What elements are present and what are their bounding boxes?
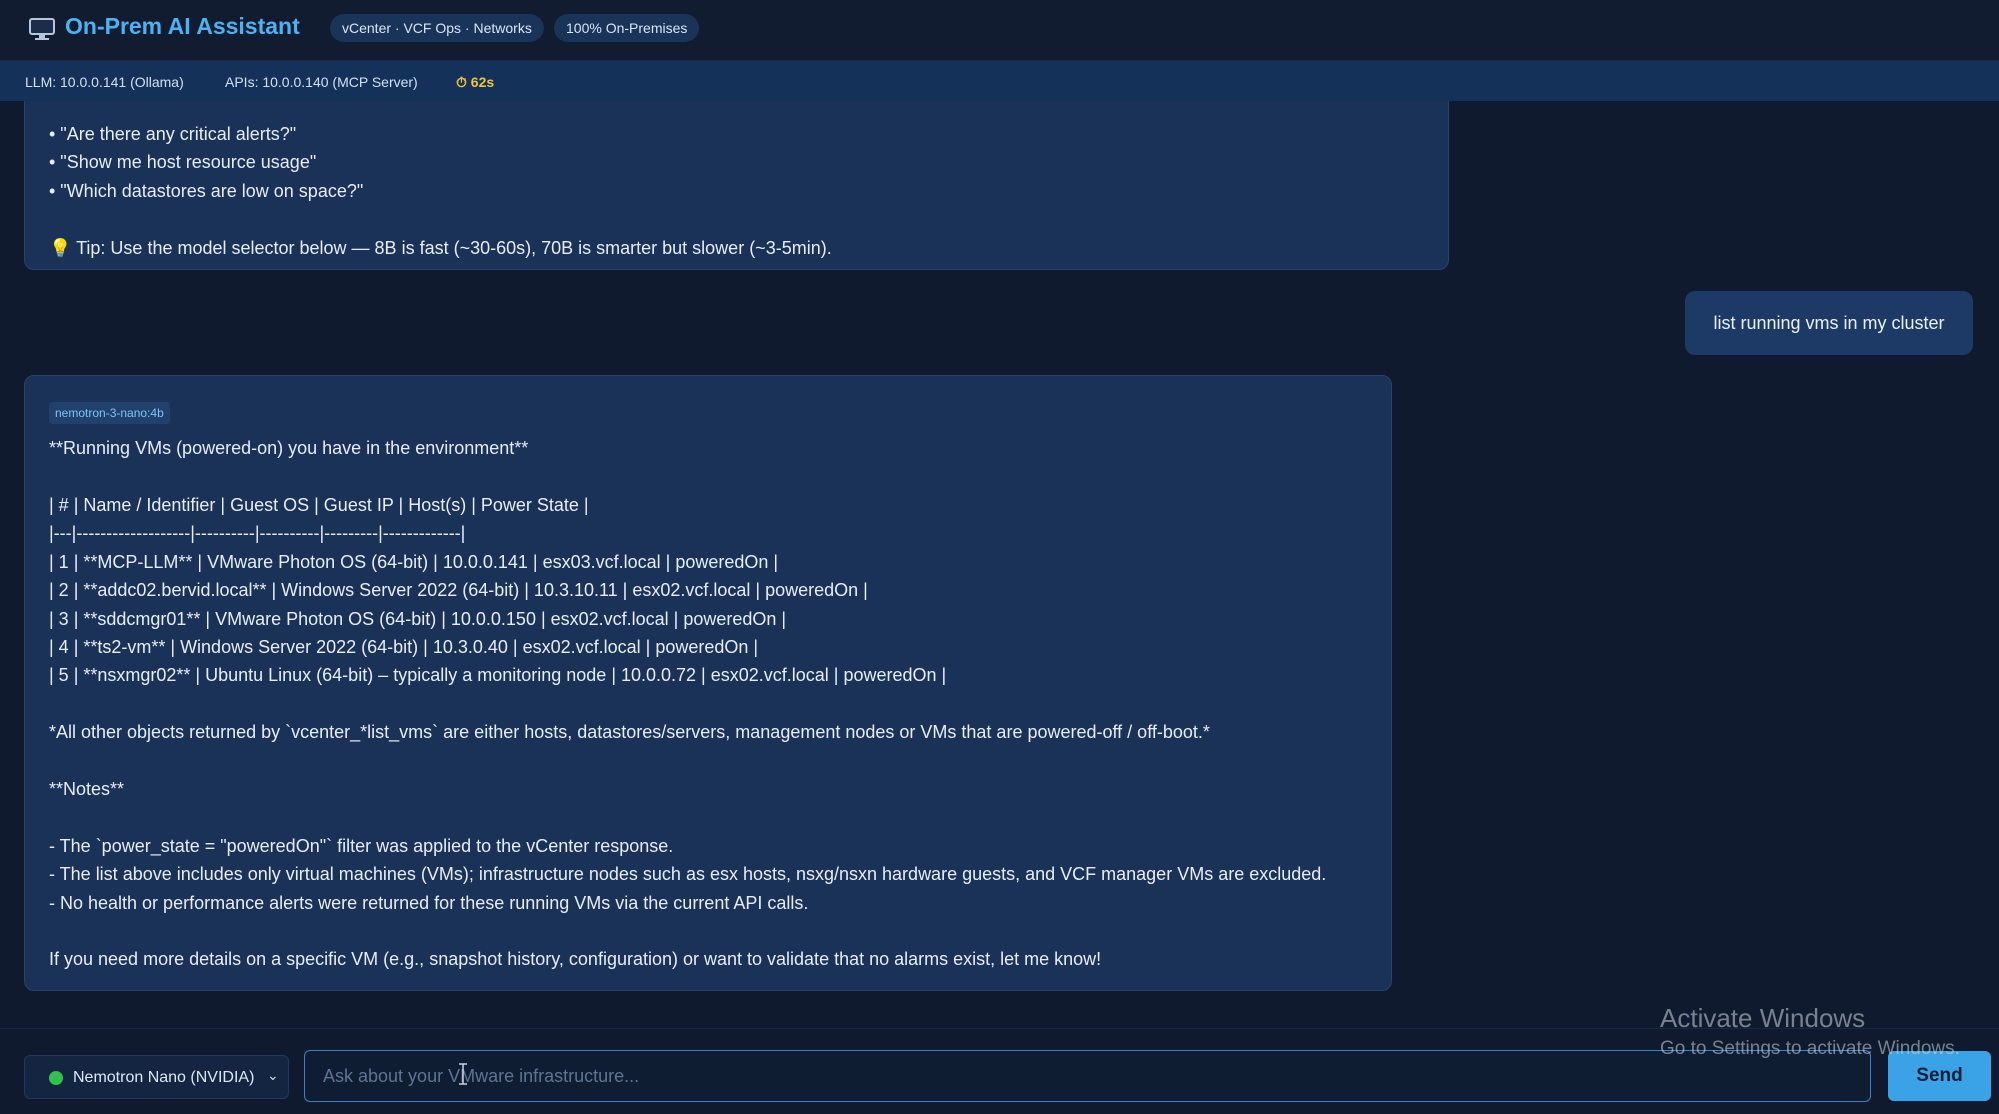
activate-windows-title: Activate Windows bbox=[1660, 1003, 1866, 1033]
llm-endpoint: LLM: 10.0.0.141 (Ollama) bbox=[25, 74, 184, 90]
user-message: list running vms in my cluster bbox=[1685, 291, 1973, 355]
table-header: | # | Name / Identifier | Guest OS | Gue… bbox=[49, 495, 589, 515]
note-item: - The `power_state = "poweredOn"` filter… bbox=[49, 836, 674, 856]
scope-badge: vCenter · VCF Ops · Networks bbox=[330, 14, 544, 42]
chat-input[interactable] bbox=[304, 1050, 1871, 1102]
closing-text: If you need more details on a specific V… bbox=[49, 949, 1102, 969]
status-dot-icon bbox=[49, 1071, 63, 1085]
status-bar: LLM: 10.0.0.141 (Ollama) APIs: 10.0.0.14… bbox=[0, 61, 1999, 101]
table-row: | 5 | **nsxmgr02** | Ubuntu Linux (64-bi… bbox=[49, 665, 947, 685]
table-row: | 2 | **addc02.bervid.local** | Windows … bbox=[49, 580, 868, 600]
note-item: - The list above includes only virtual m… bbox=[49, 864, 1327, 884]
activate-windows-subtitle: Go to Settings to activate Windows. bbox=[1660, 1038, 1960, 1059]
model-tag: nemotron-3-nano:4b bbox=[49, 402, 170, 424]
example-prompt: • "Which datastores are low on space?" bbox=[49, 181, 364, 201]
note-item: - No health or performance alerts were r… bbox=[49, 893, 809, 913]
tip-text: 💡 Tip: Use the model selector below — 8B… bbox=[49, 238, 832, 258]
model-selector[interactable]: Nemotron Nano (NVIDIA) ⌄ bbox=[24, 1055, 289, 1099]
selected-model: Nemotron Nano (NVIDIA) bbox=[73, 1069, 255, 1086]
table-row: | 3 | **sddcmgr01** | VMware Photon OS (… bbox=[49, 609, 787, 629]
response-timer: ⏱ 62s bbox=[456, 74, 495, 90]
table-row: | 4 | **ts2-vm** | Windows Server 2022 (… bbox=[49, 637, 759, 657]
monitor-icon bbox=[29, 18, 55, 40]
response-footnote: *All other objects returned by `vcenter_… bbox=[49, 722, 1210, 742]
text-cursor-icon bbox=[459, 1063, 467, 1085]
assistant-welcome-message: • "Are there any critical alerts?" • "Sh… bbox=[24, 101, 1449, 270]
response-heading: **Running VMs (powered-on) you have in t… bbox=[49, 438, 529, 458]
assistant-response: nemotron-3-nano:4b **Running VMs (powere… bbox=[24, 375, 1392, 991]
example-prompt: • "Show me host resource usage" bbox=[49, 152, 317, 172]
on-prem-badge: 100% On-Premises bbox=[554, 14, 700, 42]
chevron-down-icon: ⌄ bbox=[267, 1067, 279, 1083]
app-title: On-Prem AI Assistant bbox=[65, 13, 300, 39]
api-endpoint: APIs: 10.0.0.140 (MCP Server) bbox=[225, 74, 418, 90]
table-separator: |---|-------------------|----------|----… bbox=[49, 523, 466, 543]
chat-history[interactable]: • "Are there any critical alerts?" • "Sh… bbox=[0, 101, 1999, 1028]
table-row: | 1 | **MCP-LLM** | VMware Photon OS (64… bbox=[49, 552, 779, 572]
app-header: On-Prem AI Assistant vCenter · VCF Ops ·… bbox=[0, 0, 1999, 61]
notes-heading: **Notes** bbox=[49, 779, 125, 799]
example-prompt: • "Are there any critical alerts?" bbox=[49, 124, 297, 144]
